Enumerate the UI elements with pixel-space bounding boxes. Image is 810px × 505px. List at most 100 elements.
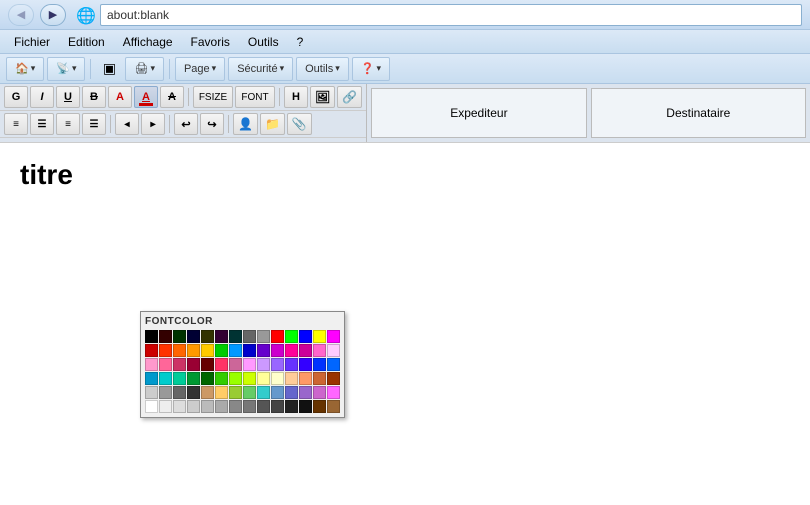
strikethrough-button[interactable]: B — [82, 86, 106, 108]
font-color-red-button[interactable]: A — [108, 86, 132, 108]
color-cell[interactable] — [159, 400, 172, 413]
underline-button[interactable]: U — [56, 86, 80, 108]
undo-button[interactable]: ↩ — [174, 113, 198, 135]
color-cell[interactable] — [243, 372, 256, 385]
person-button[interactable]: 👤 — [233, 113, 258, 135]
color-cell[interactable] — [145, 344, 158, 357]
color-cell[interactable] — [229, 330, 242, 343]
indent-more-button[interactable]: ▸ — [141, 113, 165, 135]
menu-fichier[interactable]: Fichier — [6, 33, 58, 51]
color-cell[interactable] — [229, 358, 242, 371]
color-cell[interactable] — [271, 330, 284, 343]
color-cell[interactable] — [285, 400, 298, 413]
redo-button[interactable]: ↪ — [200, 113, 224, 135]
address-bar[interactable] — [100, 4, 802, 26]
menu-affichage[interactable]: Affichage — [115, 33, 181, 51]
paperclip-button[interactable]: 📎 — [287, 113, 312, 135]
screen-button[interactable]: ▣ — [96, 57, 122, 81]
color-cell[interactable] — [243, 386, 256, 399]
color-cell[interactable] — [229, 386, 242, 399]
menu-edition[interactable]: Edition — [60, 33, 113, 51]
color-cell[interactable] — [271, 344, 284, 357]
color-cell[interactable] — [313, 386, 326, 399]
color-cell[interactable] — [159, 386, 172, 399]
menu-help[interactable]: ? — [289, 33, 312, 51]
color-cell[interactable] — [187, 344, 200, 357]
color-cell[interactable] — [313, 330, 326, 343]
color-cell[interactable] — [257, 358, 270, 371]
color-cell[interactable] — [229, 400, 242, 413]
color-cell[interactable] — [299, 330, 312, 343]
color-cell[interactable] — [299, 386, 312, 399]
color-cell[interactable] — [215, 372, 228, 385]
color-cell[interactable] — [145, 386, 158, 399]
font-color-strike-button[interactable]: A — [160, 86, 184, 108]
color-cell[interactable] — [201, 400, 214, 413]
color-cell[interactable] — [299, 344, 312, 357]
color-cell[interactable] — [145, 330, 158, 343]
bold-button[interactable]: G — [4, 86, 28, 108]
color-cell[interactable] — [159, 372, 172, 385]
page-button[interactable]: Page ▾ — [175, 57, 225, 81]
home-button[interactable]: 🏠 ▾ — [6, 57, 44, 81]
color-cell[interactable] — [285, 344, 298, 357]
color-cell[interactable] — [327, 344, 340, 357]
color-cell[interactable] — [159, 344, 172, 357]
color-cell[interactable] — [187, 386, 200, 399]
color-cell[interactable] — [187, 372, 200, 385]
color-cell[interactable] — [145, 372, 158, 385]
color-cell[interactable] — [215, 400, 228, 413]
color-cell[interactable] — [201, 344, 214, 357]
color-cell[interactable] — [145, 400, 158, 413]
indent-less-button[interactable]: ◂ — [115, 113, 139, 135]
color-cell[interactable] — [313, 358, 326, 371]
font-face-button[interactable]: FONT — [235, 86, 275, 108]
color-cell[interactable] — [257, 400, 270, 413]
color-cell[interactable] — [201, 372, 214, 385]
align-left-button[interactable]: ≡ — [4, 113, 28, 135]
menu-outils[interactable]: Outils — [240, 33, 287, 51]
image-button[interactable]: 🖼 — [310, 86, 335, 108]
color-cell[interactable] — [299, 372, 312, 385]
color-cell[interactable] — [257, 386, 270, 399]
forward-button[interactable]: ▶ — [40, 4, 66, 26]
color-cell[interactable] — [257, 330, 270, 343]
color-cell[interactable] — [271, 400, 284, 413]
color-cell[interactable] — [159, 330, 172, 343]
color-cell[interactable] — [173, 372, 186, 385]
color-cell[interactable] — [285, 330, 298, 343]
color-cell[interactable] — [313, 400, 326, 413]
color-cell[interactable] — [215, 358, 228, 371]
back-button[interactable]: ◀ — [8, 4, 34, 26]
color-cell[interactable] — [173, 344, 186, 357]
help-button[interactable]: ❓ ▾ — [352, 57, 390, 81]
color-cell[interactable] — [327, 400, 340, 413]
color-cell[interactable] — [201, 330, 214, 343]
heading-button[interactable]: H — [284, 86, 308, 108]
color-cell[interactable] — [243, 330, 256, 343]
feed-button[interactable]: 📡 ▾ — [47, 57, 85, 81]
color-cell[interactable] — [173, 386, 186, 399]
color-cell[interactable] — [285, 386, 298, 399]
italic-button[interactable]: I — [30, 86, 54, 108]
color-cell[interactable] — [173, 400, 186, 413]
color-cell[interactable] — [243, 358, 256, 371]
color-cell[interactable] — [285, 372, 298, 385]
color-cell[interactable] — [327, 372, 340, 385]
color-cell[interactable] — [271, 358, 284, 371]
color-cell[interactable] — [215, 344, 228, 357]
color-cell[interactable] — [201, 358, 214, 371]
color-cell[interactable] — [201, 386, 214, 399]
color-cell[interactable] — [173, 330, 186, 343]
align-justify-button[interactable]: ☰ — [82, 113, 106, 135]
security-button[interactable]: Sécurité ▾ — [228, 57, 293, 81]
tools-button[interactable]: Outils ▾ — [296, 57, 349, 81]
color-cell[interactable] — [257, 344, 270, 357]
color-cell[interactable] — [187, 400, 200, 413]
font-size-button[interactable]: FSIZE — [193, 86, 233, 108]
print-button[interactable]: 🖨 ▾ — [125, 57, 164, 81]
color-cell[interactable] — [327, 330, 340, 343]
color-cell[interactable] — [159, 358, 172, 371]
color-cell[interactable] — [187, 330, 200, 343]
color-cell[interactable] — [243, 400, 256, 413]
